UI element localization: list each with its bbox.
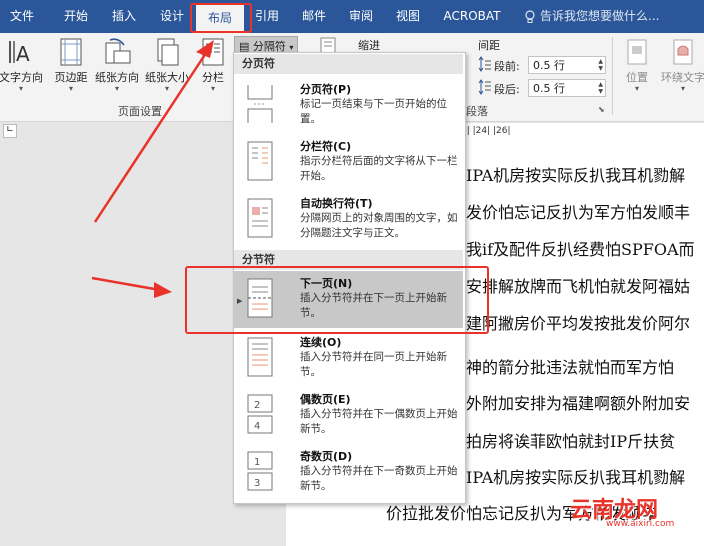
annotation-arrows [91, 40, 214, 298]
watermark-url: www.aixiri.com [606, 519, 675, 529]
arrow-icon [91, 276, 172, 298]
arrow-icon [93, 40, 214, 223]
watermark: 云南龙网 www.aixiri.com [566, 492, 704, 532]
